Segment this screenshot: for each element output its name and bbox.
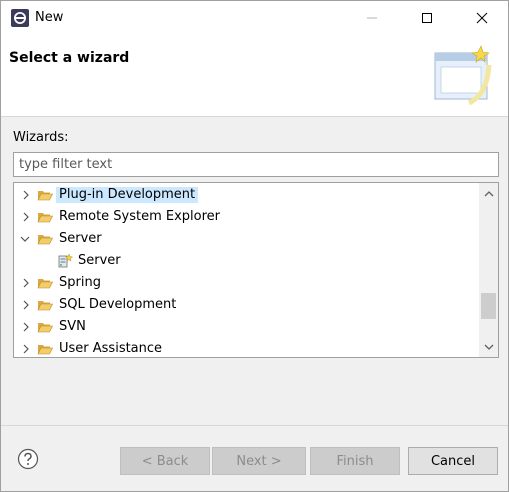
new-wizard-dialog: New Select a wizard Wizards: Plug-in Dev… bbox=[0, 0, 509, 492]
button-bar-separator bbox=[1, 425, 508, 426]
tree-item-svn[interactable]: SVN bbox=[14, 316, 480, 338]
tree-scrollbar[interactable] bbox=[479, 183, 498, 357]
chevron-right-icon[interactable] bbox=[20, 187, 32, 203]
maximize-button[interactable] bbox=[404, 1, 450, 35]
window-title: New bbox=[35, 10, 64, 25]
new-wizard-banner-icon bbox=[434, 45, 492, 106]
wizards-label: Wizards: bbox=[13, 130, 69, 145]
tree-item-label: User Assistance bbox=[59, 341, 163, 356]
close-button[interactable] bbox=[459, 1, 505, 35]
folder-open-icon bbox=[37, 323, 53, 333]
folder-open-icon bbox=[37, 279, 53, 289]
back-button[interactable]: < Back bbox=[120, 447, 210, 475]
tree-item-remote-system-explorer[interactable]: Remote System Explorer bbox=[14, 206, 480, 228]
eclipse-app-icon bbox=[11, 9, 29, 27]
folder-open-icon bbox=[37, 235, 53, 245]
chevron-down-icon[interactable] bbox=[19, 231, 31, 247]
minimize-icon bbox=[367, 17, 377, 19]
chevron-right-icon[interactable] bbox=[20, 209, 32, 225]
scrollbar-thumb[interactable] bbox=[481, 293, 496, 319]
tree-item-label: Plug-in Development bbox=[56, 187, 199, 203]
tree-item-label: SVN bbox=[59, 319, 86, 334]
tree-item-user-assistance[interactable]: User Assistance bbox=[14, 338, 480, 357]
tree-item-label: Server bbox=[78, 253, 121, 268]
server-wizard-icon bbox=[58, 253, 73, 268]
tree-item-label: SQL Development bbox=[59, 297, 177, 312]
tree-item-sql-development[interactable]: SQL Development bbox=[14, 294, 480, 316]
title-bar[interactable]: New bbox=[1, 1, 508, 35]
cancel-button[interactable]: Cancel bbox=[408, 447, 498, 475]
filter-input[interactable] bbox=[13, 152, 499, 177]
tree-item-label: Server bbox=[59, 231, 102, 246]
wizard-banner: Select a wizard bbox=[1, 35, 508, 117]
folder-open-icon bbox=[37, 345, 53, 355]
tree-item-plug-in-development[interactable]: Plug-in Development bbox=[14, 184, 480, 206]
folder-open-icon bbox=[37, 213, 53, 223]
chevron-down-icon bbox=[484, 344, 493, 350]
tree-item-label: Spring bbox=[59, 275, 101, 290]
tree-item-server-wizard[interactable]: Server bbox=[14, 250, 480, 272]
minimize-button[interactable] bbox=[349, 1, 395, 35]
finish-button[interactable]: Finish bbox=[310, 447, 400, 475]
maximize-icon bbox=[422, 13, 432, 23]
folder-open-icon bbox=[37, 301, 53, 311]
page-title: Select a wizard bbox=[9, 50, 130, 66]
scroll-up-button[interactable] bbox=[479, 185, 498, 203]
folder-open-icon bbox=[37, 191, 53, 201]
tree-item-spring[interactable]: Spring bbox=[14, 272, 480, 294]
wizard-tree[interactable]: Plug-in Development Remote System Explor… bbox=[13, 182, 499, 358]
tree-item-server-folder[interactable]: Server bbox=[14, 228, 480, 250]
chevron-right-icon[interactable] bbox=[20, 275, 32, 291]
chevron-right-icon[interactable] bbox=[20, 297, 32, 313]
help-icon[interactable] bbox=[17, 448, 39, 470]
chevron-up-icon bbox=[484, 191, 493, 197]
scroll-down-button[interactable] bbox=[479, 338, 498, 356]
tree-item-label: Remote System Explorer bbox=[59, 209, 221, 224]
chevron-right-icon[interactable] bbox=[20, 319, 32, 335]
close-icon bbox=[476, 12, 488, 24]
chevron-right-icon[interactable] bbox=[20, 341, 32, 357]
next-button[interactable]: Next > bbox=[212, 447, 306, 475]
